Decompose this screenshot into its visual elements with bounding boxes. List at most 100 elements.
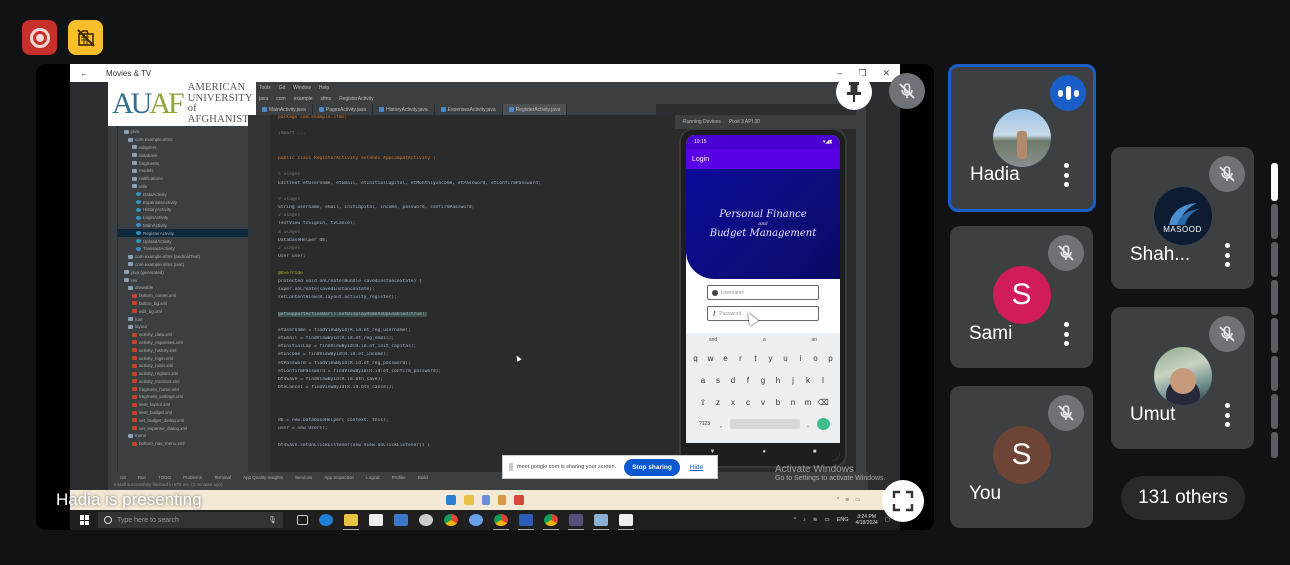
app-icon[interactable]: [498, 495, 506, 505]
store-icon[interactable]: [369, 514, 383, 526]
project-tree-item[interactable]: notifications: [118, 175, 248, 183]
app-icon[interactable]: [482, 495, 490, 505]
app-icon[interactable]: [394, 514, 408, 526]
project-tree-item[interactable]: MainActivity: [118, 222, 248, 230]
pin-button[interactable]: [836, 74, 872, 110]
keyboard-key[interactable]: o: [809, 354, 822, 363]
project-tree-item[interactable]: DataActivity: [118, 190, 248, 198]
project-tree-item[interactable]: LoginActivity: [118, 214, 248, 222]
ide-tool-window-button[interactable]: App Inspection: [324, 475, 354, 480]
ide-tool-window-button[interactable]: TODO: [158, 475, 171, 480]
keyboard-key[interactable]: m: [802, 398, 815, 407]
project-tree-item[interactable]: set_expense_dialog.xml: [118, 424, 248, 432]
username-field[interactable]: Username: [707, 285, 819, 300]
ide-editor-tab[interactable]: HistoryActivity.java: [373, 104, 435, 115]
ide-tool-window-button[interactable]: Build: [418, 475, 428, 480]
key-enter[interactable]: [816, 418, 830, 430]
participant-tile-sami[interactable]: S Sami: [950, 226, 1093, 368]
breadcrumb-item[interactable]: example: [294, 96, 313, 102]
project-tree-item[interactable]: menu: [118, 432, 248, 440]
project-tree-item[interactable]: ExpensesActivity: [118, 198, 248, 206]
network-icon[interactable]: ≋: [813, 517, 818, 523]
volume-icon[interactable]: ♪: [803, 517, 806, 523]
keyboard-key[interactable]: b: [772, 398, 785, 407]
taskbar-clock[interactable]: 3:24 PM 4/18/2024: [856, 514, 878, 526]
ide-tool-window-button[interactable]: Git: [120, 475, 126, 480]
password-field[interactable]: ⚷ Password: [707, 306, 819, 321]
project-tree-item[interactable]: activity_history.xml: [118, 346, 248, 354]
ide-menu-item[interactable]: Git: [279, 85, 285, 91]
project-tree-item[interactable]: layout: [118, 323, 248, 331]
keyboard-key[interactable]: i: [794, 354, 807, 363]
ide-tool-window-button[interactable]: Run: [138, 475, 146, 480]
close-icon[interactable]: ✕: [882, 68, 890, 79]
edge-icon[interactable]: [319, 514, 333, 526]
whatsapp-icon[interactable]: [419, 514, 433, 526]
keyboard-key[interactable]: h: [772, 376, 785, 385]
wifi-icon[interactable]: ≋: [845, 497, 849, 503]
language-indicator[interactable]: ENG: [837, 517, 849, 523]
drag-handle[interactable]: [509, 463, 513, 471]
presentation-tile[interactable]: ← Movies & TV – ❐ ✕ AUAF AMERICAN UNIVER…: [36, 64, 934, 530]
tray-chevron-icon[interactable]: ^: [837, 497, 839, 503]
ide-editor-tab[interactable]: PagesActivity.java: [313, 104, 374, 115]
keyboard-key[interactable]: ⇧: [697, 398, 710, 407]
project-tree-item[interactable]: fragment_home.xml: [118, 385, 248, 393]
project-tree-item[interactable]: RegisterActivity: [118, 229, 248, 238]
task-view-icon[interactable]: [297, 515, 308, 525]
more-options-icon[interactable]: [1224, 243, 1230, 267]
battery-icon[interactable]: ▭: [824, 517, 829, 523]
app-icon[interactable]: [568, 514, 584, 530]
project-tree-item[interactable]: java (generated): [118, 268, 248, 276]
project-tree-item[interactable]: HistoryActivity: [118, 206, 248, 214]
project-tree-item[interactable]: activity_data.xml: [118, 331, 248, 339]
app-icon[interactable]: [514, 495, 524, 505]
project-tree-item[interactable]: activity_main.xml: [118, 362, 248, 370]
project-tree-item[interactable]: bottom_nav_menu.xml: [118, 440, 248, 448]
project-tree-item[interactable]: set_budget_dialog.xml: [118, 416, 248, 424]
project-tree-item[interactable]: com.example.sfms (test): [118, 261, 248, 269]
keyboard-key[interactable]: a: [697, 376, 710, 385]
project-tree-item[interactable]: button_bg.xml: [118, 300, 248, 308]
more-options-icon[interactable]: [1063, 322, 1069, 346]
keyboard-suggestion[interactable]: a: [763, 337, 766, 347]
participant-tile-hadia[interactable]: Hadia: [948, 64, 1096, 212]
keyboard-key[interactable]: ⌫: [817, 398, 830, 407]
file-explorer-icon[interactable]: [343, 514, 359, 530]
project-tree-item[interactable]: com.example.sfms (androidTest): [118, 253, 248, 261]
ide-menu-item[interactable]: Window: [293, 85, 311, 91]
ide-menu-item[interactable]: Tools: [259, 85, 271, 91]
movies-tv-icon[interactable]: [618, 514, 634, 530]
key-period[interactable]: .: [802, 420, 815, 429]
windows-start-icon[interactable]: [446, 495, 456, 505]
others-count-button[interactable]: 131 others: [1121, 476, 1245, 520]
project-tree-item[interactable]: adapters: [118, 144, 248, 152]
keyboard-key[interactable]: f: [742, 376, 755, 385]
project-tree-item[interactable]: bottom_corner.xml: [118, 292, 248, 300]
project-tree-item[interactable]: drawable: [118, 284, 248, 292]
app-icon[interactable]: [469, 514, 483, 526]
breadcrumb-item[interactable]: java: [259, 96, 268, 102]
chrome-profile-icon[interactable]: [493, 514, 509, 530]
media-off-indicator[interactable]: [68, 20, 103, 55]
recording-indicator[interactable]: [22, 20, 57, 55]
keyboard-key[interactable]: l: [817, 376, 830, 385]
keyboard-key[interactable]: v: [757, 398, 770, 407]
breadcrumb-item[interactable]: RegisterActivity: [339, 96, 373, 102]
ide-editor-tab[interactable]: MainActivity.java: [256, 104, 313, 115]
key-comma[interactable]: ,: [715, 420, 728, 429]
keyboard-key[interactable]: j: [787, 376, 800, 385]
nav-home-icon[interactable]: ●: [762, 449, 766, 455]
mic-icon[interactable]: 🎙: [268, 516, 277, 524]
project-tree-item[interactable]: item_budget.xml: [118, 409, 248, 417]
participant-tile-umut[interactable]: Umut: [1111, 307, 1254, 449]
keyboard-key[interactable]: x: [727, 398, 740, 407]
tray-chevron-icon[interactable]: ^: [793, 517, 796, 523]
ide-tool-window-button[interactable]: Profiler: [392, 475, 406, 480]
keyboard-key[interactable]: k: [802, 376, 815, 385]
scrollbar-thumb[interactable]: [1271, 163, 1278, 201]
project-tree-item[interactable]: font: [118, 315, 248, 323]
notifications-icon[interactable]: ▢: [885, 517, 890, 523]
keyboard-suggestion[interactable]: and: [709, 337, 717, 347]
ide-tool-window-button[interactable]: App Quality Insights: [243, 475, 283, 480]
